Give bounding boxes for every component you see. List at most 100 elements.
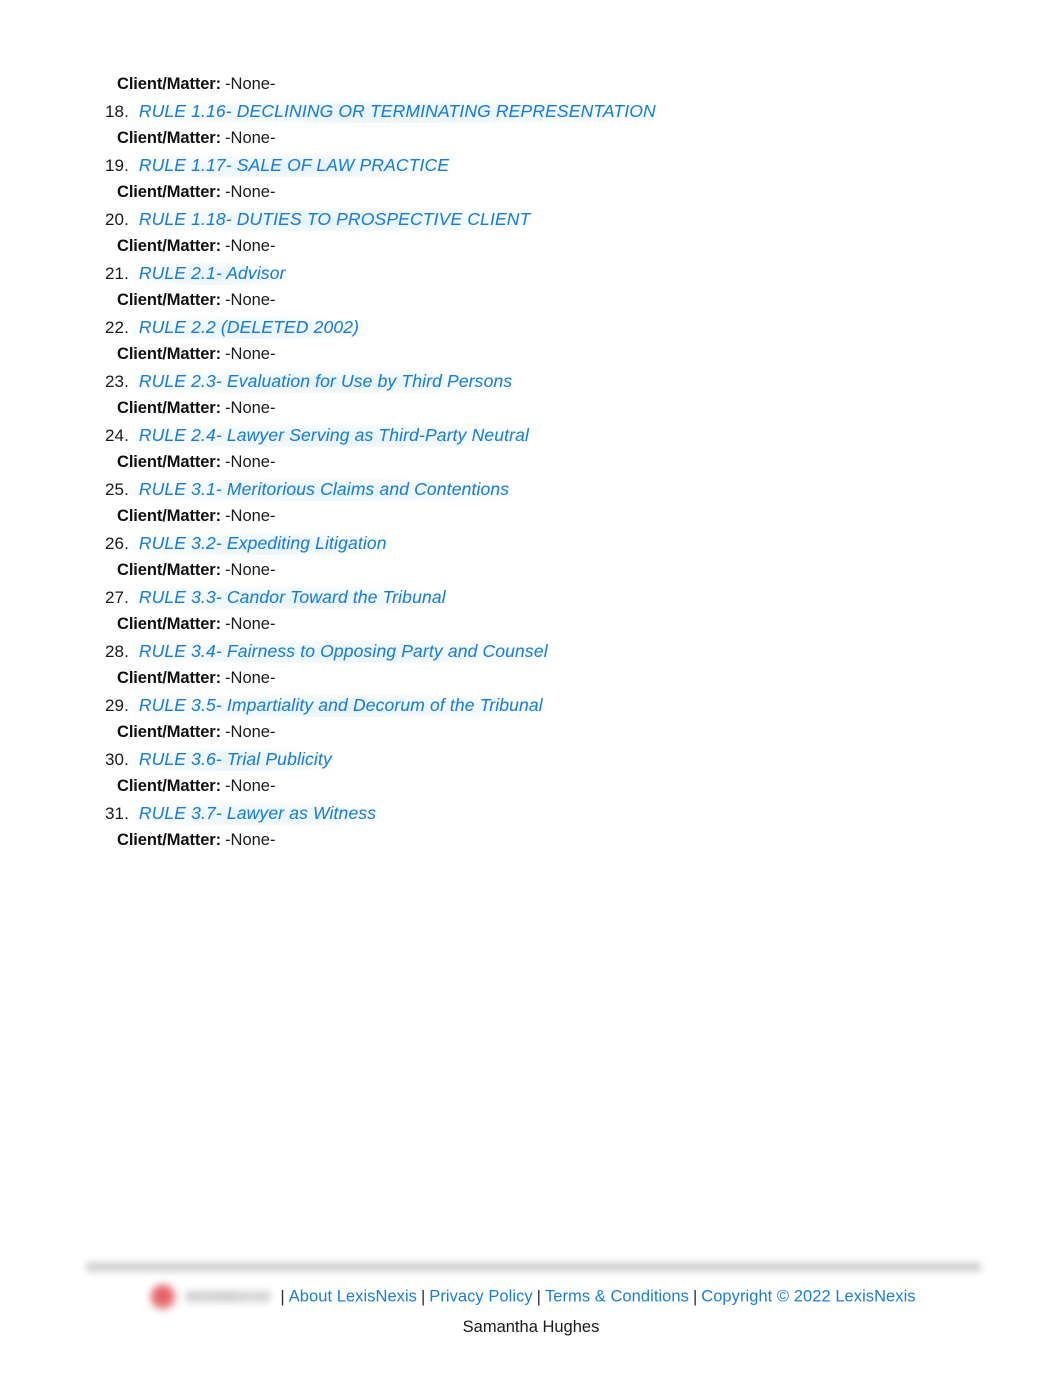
rule-entry: 29. RULE 3.5- Impartiality and Decorum o… (0, 692, 1062, 746)
rule-line: 20. RULE 1.18- DUTIES TO PROSPECTIVE CLI… (0, 206, 1062, 233)
client-matter-label: Client/Matter: (117, 237, 222, 255)
rule-entry: 22. RULE 2.2 (DELETED 2002) Client/Matter… (0, 314, 1062, 368)
rule-line: 22. RULE 2.2 (DELETED 2002) (0, 314, 1062, 341)
lexisnexis-wordmark (186, 1291, 271, 1302)
rule-line: 21. RULE 2.1- Advisor (0, 260, 1062, 287)
client-matter-label: Client/Matter: (117, 453, 222, 471)
client-matter-line: Client/Matter: -None- (0, 71, 1062, 98)
rule-line: 27. RULE 3.3- Candor Toward the Tribunal (0, 584, 1062, 611)
footer-separator: | (692, 1287, 698, 1306)
rules-list: Client/Matter: -None- 18. RULE 1.16- DECL… (0, 71, 1062, 854)
client-matter-label: Client/Matter: (117, 777, 222, 795)
footer-user-name: Samantha Hughes (462, 1318, 600, 1336)
rule-line: 26. RULE 3.2- Expediting Litigation (0, 530, 1062, 557)
client-matter-value: -None- (225, 345, 276, 363)
rule-number: 26. (105, 534, 129, 553)
rule-line: 19. RULE 1.17- SALE OF LAW PRACTICE (0, 152, 1062, 179)
client-matter-value: -None- (225, 669, 276, 687)
client-matter-value: -None- (225, 615, 276, 633)
rule-link[interactable]: RULE 1.17- SALE OF LAW PRACTICE (135, 154, 453, 177)
client-matter-value: -None- (225, 777, 276, 795)
rule-link[interactable]: RULE 3.5- Impartiality and Decorum of th… (135, 694, 546, 717)
rule-entry: 19. RULE 1.17- SALE OF LAW PRACTICE Clien… (0, 152, 1062, 206)
rule-number: 21. (105, 264, 129, 283)
page-footer: | About LexisNexis | Privacy Policy | Terms &… (0, 1252, 1062, 1376)
client-matter-line: Client/Matter: -None- (0, 287, 1062, 314)
rule-link[interactable]: RULE 3.4- Fairness to Opposing Party and… (135, 640, 551, 663)
rule-line: 28. RULE 3.4- Fairness to Opposing Party… (0, 638, 1062, 665)
client-matter-line: Client/Matter: -None- (0, 557, 1062, 584)
rule-link[interactable]: RULE 3.3- Candor Toward the Tribunal (135, 586, 449, 609)
lexisnexis-logo (146, 1282, 274, 1312)
client-matter-line: Client/Matter: -None- (0, 395, 1062, 422)
rule-line: 29. RULE 3.5- Impartiality and Decorum o… (0, 692, 1062, 719)
client-matter-value: -None- (225, 291, 276, 309)
rule-link[interactable]: RULE 2.3- Evaluation for Use by Third Pe… (135, 370, 516, 393)
rule-link[interactable]: RULE 2.4- Lawyer Serving as Third-Party … (135, 424, 533, 447)
client-matter-label: Client/Matter: (117, 399, 222, 417)
footer-link-terms-and-conditions[interactable]: Terms & Conditions (545, 1288, 689, 1306)
rule-link[interactable]: RULE 3.6- Trial Publicity (135, 748, 335, 771)
rule-link[interactable]: RULE 3.1- Meritorious Claims and Content… (135, 478, 513, 501)
document-page: Client/Matter: -None- 18. RULE 1.16- DECL… (0, 0, 1062, 1376)
rule-link[interactable]: RULE 3.7- Lawyer as Witness (135, 802, 380, 825)
client-matter-value: -None- (225, 129, 276, 147)
client-matter-label: Client/Matter: (117, 831, 222, 849)
rule-line: 23. RULE 2.3- Evaluation for Use by Thir… (0, 368, 1062, 395)
rule-line: 30. RULE 3.6- Trial Publicity (0, 746, 1062, 773)
client-matter-line: Client/Matter: -None- (0, 827, 1062, 854)
client-matter-value: -None- (225, 561, 276, 579)
rule-link[interactable]: RULE 3.2- Expediting Litigation (135, 532, 390, 555)
footer-link-about-lexisnexis[interactable]: About LexisNexis (289, 1288, 417, 1306)
client-matter-value: -None- (225, 723, 276, 741)
client-matter-label: Client/Matter: (117, 507, 222, 525)
rule-link[interactable]: RULE 2.1- Advisor (135, 262, 289, 285)
client-matter-line: Client/Matter: -None- (0, 665, 1062, 692)
client-matter-label: Client/Matter: (117, 615, 222, 633)
rule-link[interactable]: RULE 1.18- DUTIES TO PROSPECTIVE CLIENT (135, 208, 534, 231)
rule-entry: 21. RULE 2.1- Advisor Client/Matter: -None… (0, 260, 1062, 314)
rule-entry: 18. RULE 1.16- DECLINING OR TERMINATING … (0, 98, 1062, 152)
rule-number: 23. (105, 372, 129, 391)
footer-separator: | (280, 1287, 285, 1306)
rule-number: 22. (105, 318, 129, 337)
client-matter-value: -None- (225, 507, 276, 525)
rule-entry: 31. RULE 3.7- Lawyer as Witness Client/Ma… (0, 800, 1062, 854)
client-matter-line: Client/Matter: -None- (0, 179, 1062, 206)
rule-number: 18. (105, 102, 129, 121)
client-matter-label: Client/Matter: (117, 669, 222, 687)
rule-line: 25. RULE 3.1- Meritorious Claims and Con… (0, 476, 1062, 503)
rule-entry: 24. RULE 2.4- Lawyer Serving as Third-Pa… (0, 422, 1062, 476)
rule-entry: 23. RULE 2.3- Evaluation for Use by Thir… (0, 368, 1062, 422)
rule-number: 24. (105, 426, 129, 445)
client-matter-line: Client/Matter: -None- (0, 773, 1062, 800)
rule-number: 20. (105, 210, 129, 229)
client-matter-value: -None- (225, 399, 276, 417)
client-matter-label: Client/Matter: (117, 723, 222, 741)
footer-links-row: | About LexisNexis | Privacy Policy | Terms &… (0, 1282, 1062, 1312)
client-matter-value: -None- (225, 183, 276, 201)
rule-line: 24. RULE 2.4- Lawyer Serving as Third-Pa… (0, 422, 1062, 449)
rule-line: 31. RULE 3.7- Lawyer as Witness (0, 800, 1062, 827)
rule-number: 28. (105, 642, 129, 661)
rule-link[interactable]: RULE 1.16- DECLINING OR TERMINATING REPR… (135, 100, 659, 123)
client-matter-label: Client/Matter: (117, 291, 222, 309)
rule-number: 25. (105, 480, 129, 499)
rule-entry: 30. RULE 3.6- Trial Publicity Client/Matt… (0, 746, 1062, 800)
lexisnexis-mark-icon (150, 1284, 177, 1310)
client-matter-value: -None- (225, 75, 276, 93)
rule-link[interactable]: RULE 2.2 (DELETED 2002) (135, 316, 363, 339)
client-matter-line: Client/Matter: -None- (0, 719, 1062, 746)
footer-separator: | (536, 1287, 541, 1306)
client-matter-value: -None- (225, 453, 276, 471)
client-matter-label: Client/Matter: (117, 561, 222, 579)
footer-link-privacy-policy[interactable]: Privacy Policy (429, 1288, 532, 1306)
rule-entry: 26. RULE 3.2- Expediting Litigation Clien… (0, 530, 1062, 584)
rule-number: 29. (105, 696, 129, 715)
rule-number: 31. (105, 804, 129, 823)
footer-divider (86, 1262, 981, 1272)
client-matter-value: -None- (225, 237, 276, 255)
client-matter-value: -None- (225, 831, 276, 849)
client-matter-label: Client/Matter: (117, 129, 222, 147)
client-matter-label: Client/Matter: (117, 345, 222, 363)
